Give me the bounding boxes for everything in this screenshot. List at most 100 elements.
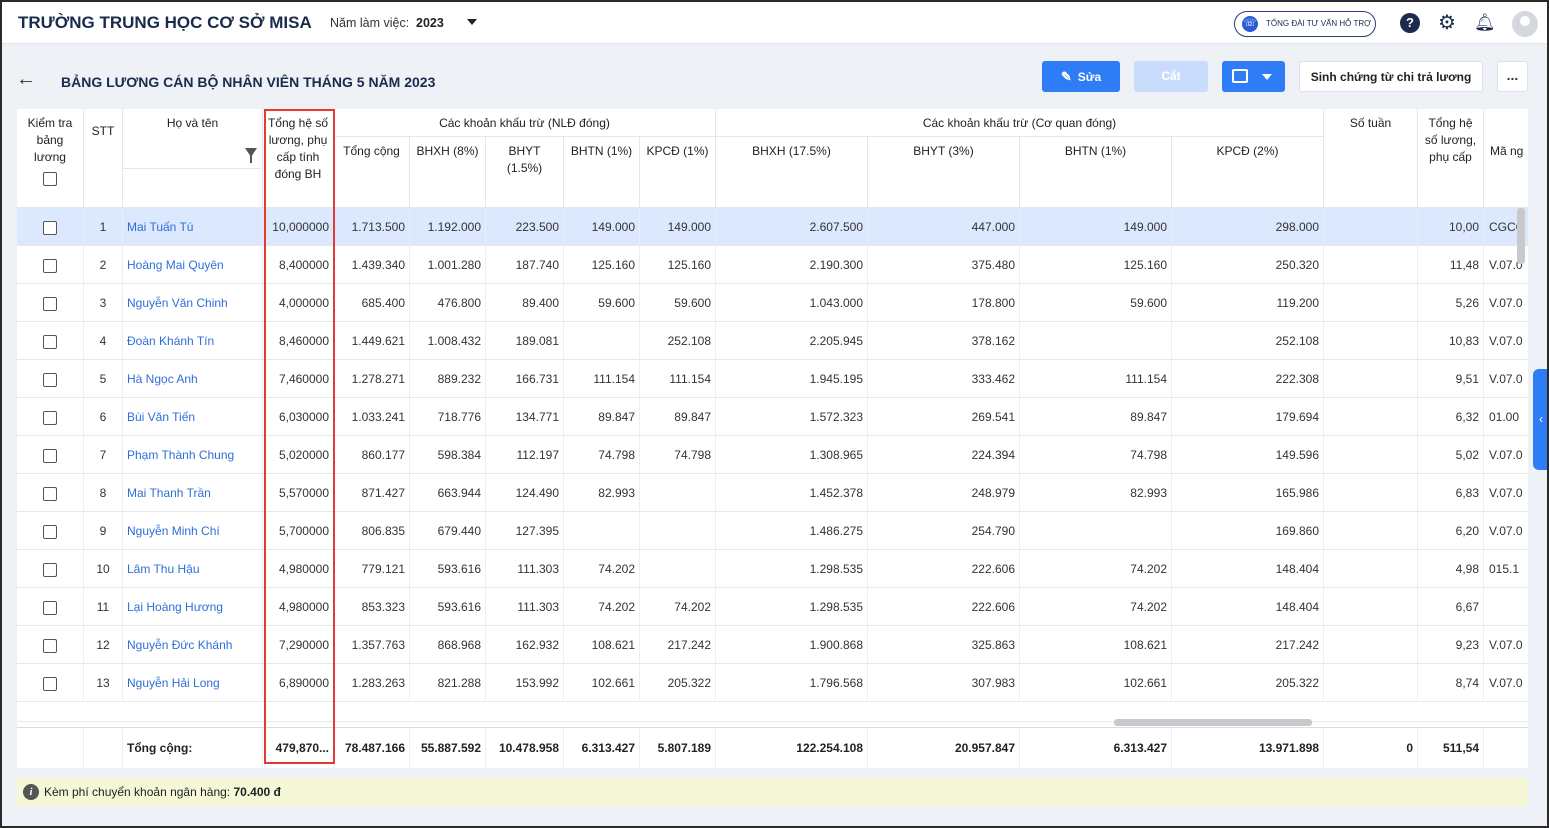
page-title: BẢNG LƯƠNG CÁN BỘ NHÂN VIÊN THÁNG 5 NĂM … — [61, 74, 436, 90]
row-checkbox[interactable] — [43, 296, 57, 311]
gear-icon[interactable]: ⚙ — [1437, 13, 1457, 33]
cut-button[interactable]: Cắt — [1134, 61, 1208, 92]
column-header-emp-kpcd[interactable]: KPCĐ (1%) — [640, 137, 716, 208]
cell-ag-kpcd: 205.322 — [1172, 664, 1324, 702]
school-name[interactable]: TRƯỜNG TRUNG HỌC CƠ SỞ MISA — [18, 13, 312, 33]
totals-blank — [1484, 728, 1528, 768]
row-checkbox[interactable] — [43, 372, 57, 387]
column-header-stt[interactable]: STT — [84, 109, 123, 208]
column-header-emp-bhyt[interactable]: BHYT (1.5%) — [486, 137, 564, 208]
cell-employee-name[interactable]: Phạm Thành Chung — [123, 436, 263, 474]
bell-icon[interactable]: 🔔︎ — [1474, 13, 1496, 33]
table-row[interactable]: 7 Phạm Thành Chung 5,020000 860.177 598.384 1… — [17, 436, 1528, 474]
support-hotline-button[interactable]: ☏ TỔNG ĐÀI TƯ VẤN HỖ TRỢ — [1234, 11, 1376, 37]
edit-button[interactable]: ✎ Sửa — [1042, 61, 1120, 92]
cell-employee-name[interactable]: Hoàng Mai Quyên — [123, 246, 263, 284]
table-row[interactable]: 6 Bùi Văn Tiến 6,030000 1.033.241 718.776 134… — [17, 398, 1528, 436]
cell-coef: 5,020000 — [263, 436, 334, 474]
cell-employee-name[interactable]: Nguyễn Đức Khánh — [123, 626, 263, 664]
row-checkbox[interactable] — [43, 486, 57, 501]
chevron-left-icon: ‹ — [1539, 412, 1543, 426]
row-checkbox-cell — [17, 474, 84, 512]
cell-employee-name[interactable]: Đoàn Khánh Tín — [123, 322, 263, 360]
year-select[interactable]: 2023 — [416, 16, 444, 30]
row-checkbox[interactable] — [43, 524, 57, 539]
cell-weeks — [1324, 208, 1418, 246]
cell-emp-bhtn: 108.621 — [564, 626, 640, 664]
cell-employee-name[interactable]: Mai Thanh Trần — [123, 474, 263, 512]
cell-employee-name[interactable]: Nguyễn Văn Chinh — [123, 284, 263, 322]
cell-coef2: 11,48 — [1418, 246, 1484, 284]
table-row[interactable]: 2 Hoàng Mai Quyên 8,400000 1.439.340 1.001.2… — [17, 246, 1528, 284]
row-checkbox[interactable] — [43, 334, 57, 349]
cell-coef: 5,700000 — [263, 512, 334, 550]
cell-emp-bhxh: 598.384 — [410, 436, 486, 474]
back-arrow-icon[interactable]: ← — [16, 68, 36, 91]
table-row[interactable]: 1 Mai Tuấn Tú 10,000000 1.713.500 1.192.000 2… — [17, 208, 1528, 246]
cell-employee-name[interactable]: Lâm Thu Hậu — [123, 550, 263, 588]
cell-employee-name[interactable]: Bùi Văn Tiến — [123, 398, 263, 436]
column-header-ag-bhtn[interactable]: BHTN (1%) — [1020, 137, 1172, 208]
chevron-down-icon[interactable] — [467, 19, 477, 25]
column-header-ag-bhxh[interactable]: BHXH (17.5%) — [716, 137, 868, 208]
row-checkbox[interactable] — [43, 638, 57, 653]
table-row[interactable]: 11 Lại Hoàng Hương 4,980000 853.323 593.616 1… — [17, 588, 1528, 626]
horizontal-scrollbar[interactable] — [1114, 719, 1312, 726]
cell-employee-name[interactable]: Lại Hoàng Hương — [123, 588, 263, 626]
column-header-coef[interactable]: Tổng hệ số lương, phụ cấp tính đóng BH — [263, 109, 334, 208]
table-row[interactable]: 9 Nguyễn Minh Chí 5,700000 806.835 679.440 12… — [17, 512, 1528, 550]
cell-code: V.07.0 — [1489, 296, 1523, 310]
table-row[interactable]: 13 Nguyễn Hải Long 6,890000 1.283.263 821.28… — [17, 664, 1528, 702]
row-checkbox[interactable] — [43, 258, 57, 273]
cell-ag-bhyt: 222.606 — [868, 550, 1020, 588]
print-button[interactable] — [1222, 61, 1285, 92]
column-header-emp-bhtn[interactable]: BHTN (1%) — [564, 137, 640, 208]
column-header-code[interactable]: Mã ng — [1484, 109, 1528, 208]
cell-employee-name[interactable]: Nguyễn Hải Long — [123, 664, 263, 702]
table-row[interactable]: 8 Mai Thanh Trần 5,570000 871.427 663.944 124… — [17, 474, 1528, 512]
help-icon[interactable]: ? — [1400, 13, 1420, 33]
avatar[interactable] — [1512, 11, 1538, 37]
more-options-button[interactable]: ... — [1497, 61, 1528, 92]
table-row[interactable]: 10 Lâm Thu Hậu 4,980000 779.121 593.616 111.3… — [17, 550, 1528, 588]
cell-employee-name[interactable]: Hà Ngọc Anh — [123, 360, 263, 398]
table-row[interactable]: 5 Hà Ngọc Anh 7,460000 1.278.271 889.232 166.… — [17, 360, 1528, 398]
table-row[interactable]: 3 Nguyễn Văn Chinh 4,000000 685.400 476.800 8… — [17, 284, 1528, 322]
row-checkbox[interactable] — [43, 562, 57, 577]
name-filter-input[interactable] — [123, 145, 261, 169]
table-row[interactable]: 4 Đoàn Khánh Tín 8,460000 1.449.621 1.008.43… — [17, 322, 1528, 360]
column-header-emp-bhxh[interactable]: BHXH (8%) — [410, 137, 486, 208]
row-checkbox[interactable] — [43, 410, 57, 425]
cell-employee-name[interactable]: Mai Tuấn Tú — [123, 208, 263, 246]
cell-emp-bhxh: 593.616 — [410, 588, 486, 626]
row-checkbox[interactable] — [43, 448, 57, 463]
cell-ag-bhxh: 1.308.965 — [716, 436, 868, 474]
column-header-emp-total[interactable]: Tổng cộng — [334, 137, 410, 208]
cell-weeks — [1324, 512, 1418, 550]
row-checkbox[interactable] — [43, 220, 57, 235]
cell-code: V.07.0 — [1489, 524, 1523, 538]
totals-weeks: 0 — [1324, 728, 1418, 768]
column-header-weeks[interactable]: Số tuần — [1324, 109, 1418, 208]
cell-ag-bhyt: 254.790 — [868, 512, 1020, 550]
more-icon: ... — [1506, 67, 1519, 83]
vertical-scrollbar[interactable] — [1517, 208, 1525, 264]
cell-employee-name[interactable]: Nguyễn Minh Chí — [123, 512, 263, 550]
filter-icon[interactable] — [245, 148, 257, 163]
generate-payment-voucher-button[interactable]: Sinh chứng từ chi trả lương — [1299, 61, 1483, 92]
column-header-ag-kpcd[interactable]: KPCĐ (2%) — [1172, 137, 1324, 208]
select-all-checkbox[interactable] — [43, 172, 57, 186]
cell-ag-bhyt: 224.394 — [868, 436, 1020, 474]
cell-coef: 6,030000 — [263, 398, 334, 436]
cell-weeks — [1324, 626, 1418, 664]
cell-ag-kpcd: 148.404 — [1172, 588, 1324, 626]
cell-ag-kpcd: 250.320 — [1172, 246, 1324, 284]
cell-coef2: 10,00 — [1418, 208, 1484, 246]
table-row[interactable]: 12 Nguyễn Đức Khánh 7,290000 1.357.763 868.9… — [17, 626, 1528, 664]
side-panel-toggle[interactable]: ‹ — [1533, 369, 1547, 470]
cell-ag-bhxh: 1.298.535 — [716, 550, 868, 588]
column-header-coef2[interactable]: Tổng hệ số lương, phụ cấp — [1418, 109, 1484, 208]
column-header-ag-bhyt[interactable]: BHYT (3%) — [868, 137, 1020, 208]
row-checkbox[interactable] — [43, 676, 57, 691]
row-checkbox[interactable] — [43, 600, 57, 615]
